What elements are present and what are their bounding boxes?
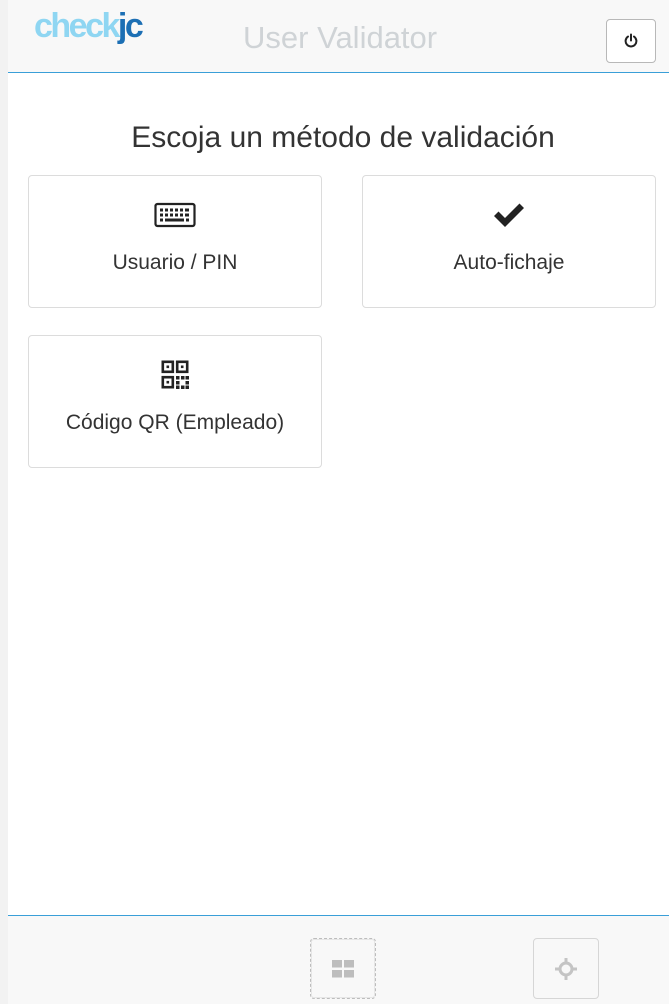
check-icon	[494, 203, 524, 227]
app-title: User Validator	[243, 20, 438, 55]
footer-bar	[8, 915, 669, 1004]
power-icon	[624, 33, 638, 48]
qrcode-icon	[161, 360, 189, 389]
logo-text-jc: jc	[117, 7, 144, 45]
method-usuario-pin-card[interactable]: Usuario / PIN	[28, 175, 322, 308]
power-button[interactable]	[606, 19, 656, 63]
grid-view-button[interactable]	[310, 938, 376, 999]
header-bar: checkjc User Validator	[8, 0, 669, 73]
app-window: checkjc User Validator Escoja un método …	[8, 0, 669, 1004]
locate-button[interactable]	[533, 938, 599, 999]
page-title: Escoja un método de validación	[131, 121, 555, 154]
crosshair-icon	[555, 957, 577, 980]
method-auto-fichaje-card[interactable]: Auto-fichaje	[362, 175, 656, 308]
keyboard-icon	[154, 202, 196, 228]
method-label: Código QR (Empleado)	[65, 411, 285, 434]
method-qr-empleado-card[interactable]: Código QR (Empleado)	[28, 335, 322, 468]
method-label: Auto-fichaje	[453, 251, 565, 274]
logo-text-check: check	[34, 7, 120, 45]
checkjc-logo: checkjc	[34, 6, 144, 46]
method-label: Usuario / PIN	[112, 251, 238, 274]
grid-icon	[332, 959, 354, 977]
